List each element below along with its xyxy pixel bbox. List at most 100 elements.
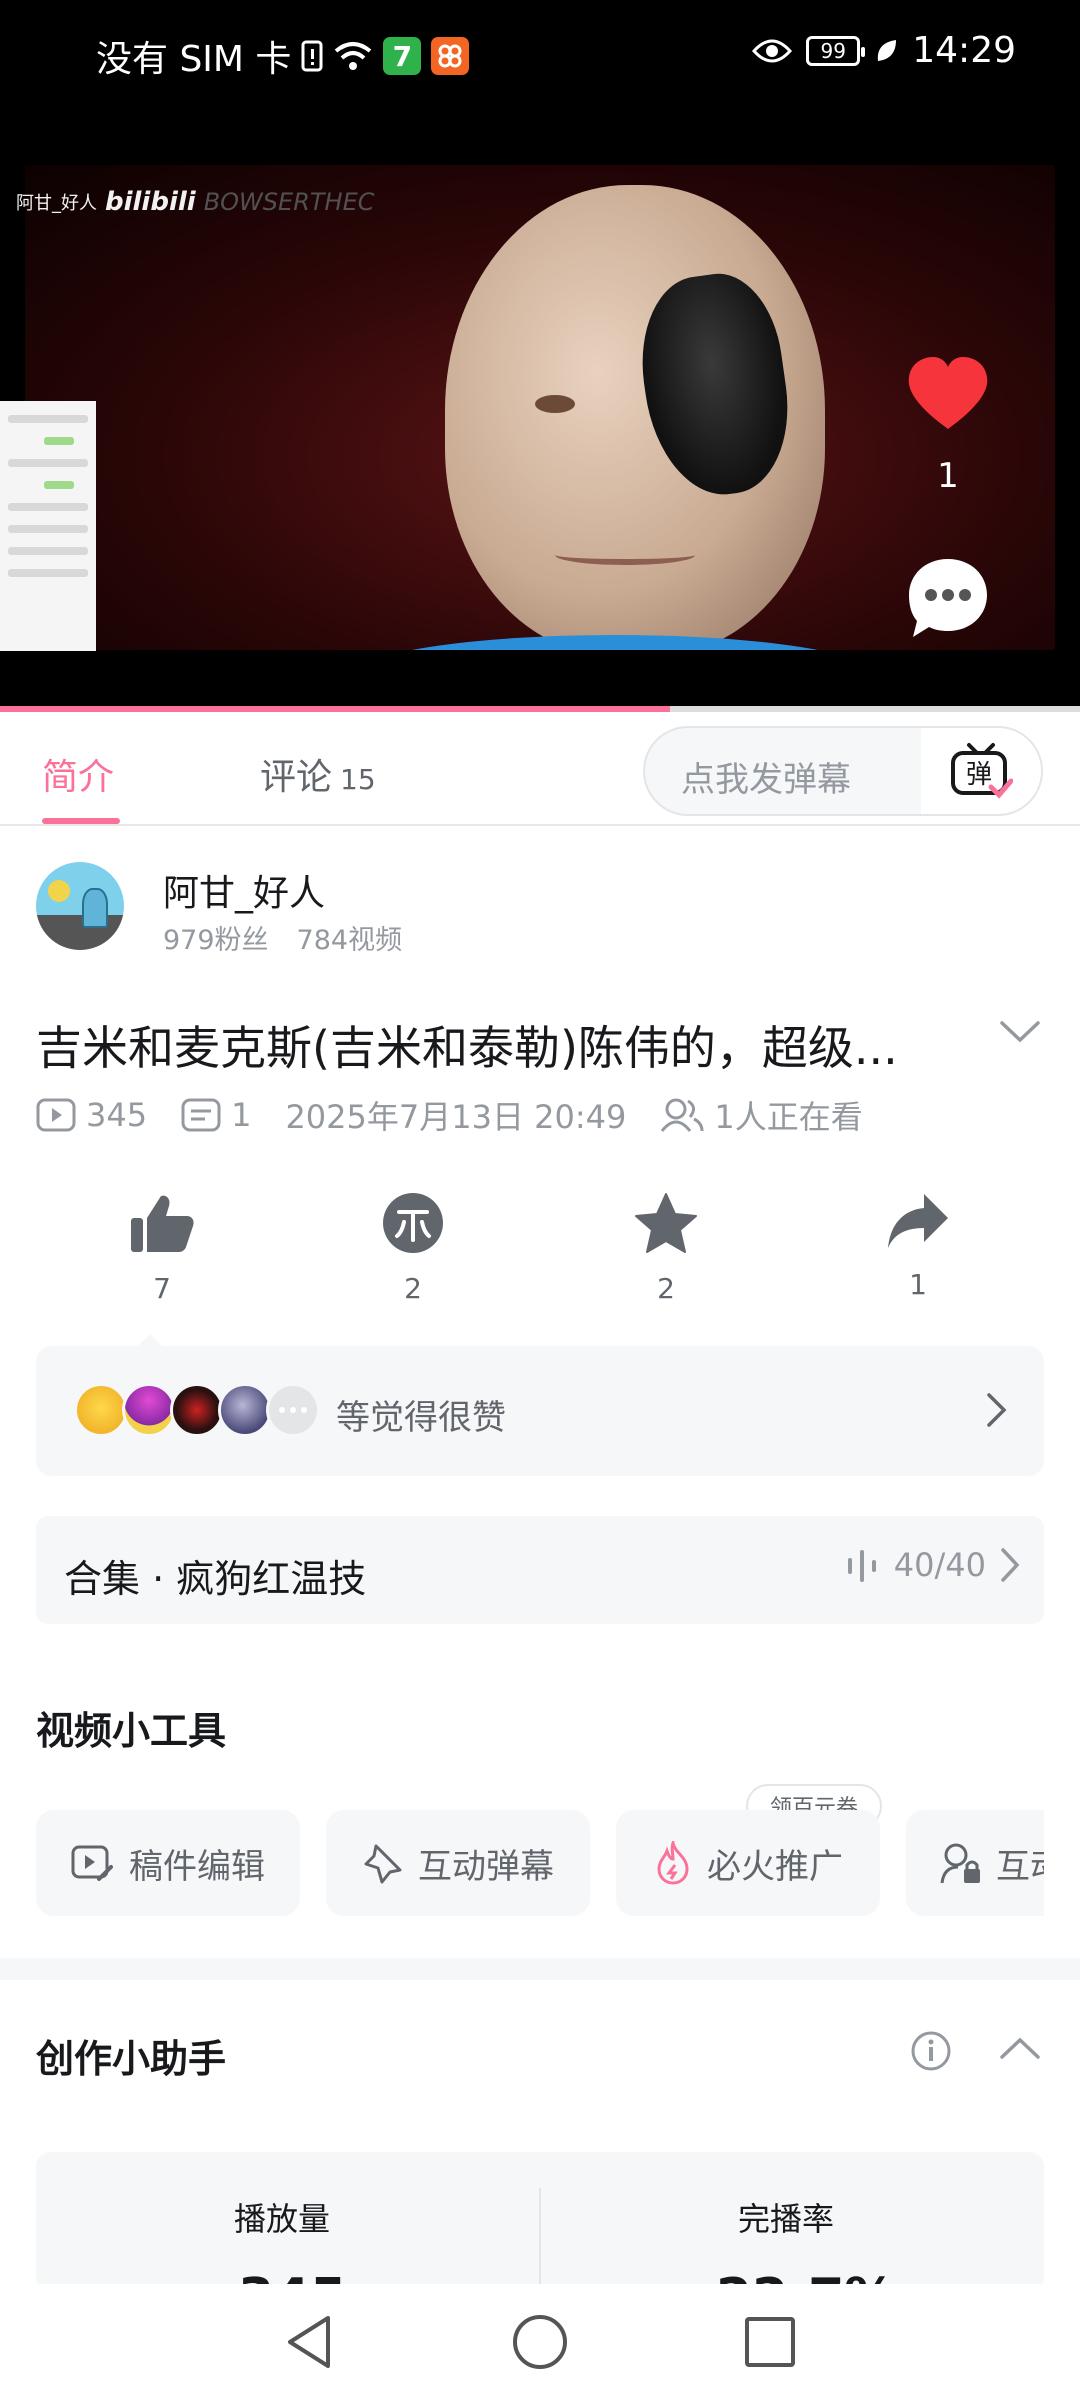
liked-text: 等觉得很赞 <box>336 1398 506 1438</box>
video-player[interactable]: 阿甘_好人 bilibili BOWSERTHEC 1 <box>0 105 1080 710</box>
tab-intro-underline <box>42 818 120 824</box>
play-count-icon <box>36 1098 76 1132</box>
status-bar: 没有 SIM 卡 7 99 14:29 <box>0 0 1080 105</box>
playlist-bars-icon <box>847 1550 876 1582</box>
chat-screenshot-overlay <box>0 401 96 651</box>
chevron-up-icon <box>1000 2037 1040 2059</box>
home-circle-icon <box>513 2315 567 2369</box>
liker-avatar <box>170 1383 224 1437</box>
tab-intro[interactable]: 简介 <box>42 748 114 800</box>
leaf-icon <box>874 32 898 70</box>
nav-back-button[interactable] <box>278 2310 342 2374</box>
like-button[interactable]: 7 <box>102 1192 222 1305</box>
star-icon <box>635 1193 697 1253</box>
chevron-right-icon <box>1001 1548 1020 1582</box>
nav-recents-button[interactable] <box>738 2310 802 2374</box>
author-videos: 784视频 <box>296 925 403 956</box>
tool-interactive-danmaku[interactable]: 互动弹幕 <box>326 1810 590 1916</box>
video-mouth <box>555 545 695 565</box>
liker-avatar <box>218 1383 272 1437</box>
stat-separator <box>539 2188 541 2288</box>
author-name[interactable]: 阿甘_好人 <box>163 864 325 916</box>
stat-label-completion: 完播率 <box>738 2200 835 2238</box>
video-comment-bubble[interactable] <box>905 555 991 641</box>
collection-count: 40/40 <box>893 1546 986 1584</box>
battery-icon: 99 <box>806 35 866 66</box>
play-count: 345 <box>86 1096 148 1134</box>
liked-users-card[interactable]: 等觉得很赞 <box>36 1346 1044 1476</box>
heart-icon <box>908 357 988 429</box>
tool-edit-manuscript[interactable]: 稿件编辑 <box>36 1810 300 1916</box>
danmaku-count-icon <box>181 1098 221 1132</box>
back-triangle-icon <box>288 2316 330 2368</box>
collection-progress: 40/40 <box>846 1546 1020 1584</box>
tab-comments-label: 评论 <box>260 757 333 798</box>
eye-icon <box>752 32 793 70</box>
video-meta: 345 1 2025年7月13日 20:49 1人正在看 <box>36 1092 863 1138</box>
video-like-count: 1 <box>937 456 959 496</box>
liker-avatar <box>122 1383 176 1437</box>
section-divider <box>0 1958 1080 1980</box>
danmaku-placeholder: 点我发弹幕 <box>681 760 851 800</box>
chevron-down-icon <box>1000 1021 1040 1043</box>
share-button[interactable]: 1 <box>858 1192 978 1301</box>
tools-section-title: 视频小工具 <box>36 1709 227 1753</box>
video-eye <box>535 395 575 413</box>
thumbs-up-icon <box>131 1195 194 1252</box>
watermark-brand: bilibili <box>105 187 196 217</box>
assistant-section-title: 创作小助手 <box>36 2037 227 2081</box>
video-like[interactable]: 1 <box>905 355 991 496</box>
watching-now: 1人正在看 <box>714 1098 863 1136</box>
tool-promotion[interactable]: 必火推广 <box>616 1810 880 1916</box>
tool-label: 互动弹幕 <box>418 1846 554 1887</box>
edit-video-icon <box>71 1845 113 1881</box>
assistant-info-button[interactable] <box>910 2030 952 2076</box>
wifi-icon <box>333 37 373 75</box>
collection-card[interactable]: 合集 · 疯狗红温技 40/40 <box>36 1516 1044 1624</box>
author-fans: 979粉丝 <box>163 925 269 956</box>
tool-interactive[interactable]: 互动 <box>906 1810 1044 1916</box>
video-eyepatch <box>630 266 800 504</box>
tools-row: 稿件编辑 互动弹幕 必火推广 互动 <box>36 1810 1044 1920</box>
author-stats: 979粉丝 784视频 <box>163 918 402 957</box>
recents-square-icon <box>745 2317 795 2367</box>
sim-icon <box>301 37 323 75</box>
watermark-ghost: BOWSERTHEC <box>203 188 375 216</box>
more-likers-icon <box>266 1383 320 1437</box>
favorite-count: 2 <box>657 1272 675 1305</box>
video-shirt <box>355 635 875 650</box>
assistant-stats-card: 播放量 345 完播率 22.7% <box>36 2152 1044 2292</box>
tab-comments[interactable]: 评论 15 <box>260 748 376 800</box>
watermark-user: 阿甘_好人 <box>16 193 97 214</box>
favorite-button[interactable]: 2 <box>606 1192 726 1305</box>
danmaku-input[interactable]: 点我发弹幕 弹 <box>643 726 1043 816</box>
danmaku-toggle-button[interactable]: 弹 <box>921 728 1041 814</box>
coin-icon <box>383 1193 443 1253</box>
video-frame <box>25 165 1055 650</box>
danmaku-icon-text: 弹 <box>966 760 992 790</box>
expand-title-button[interactable] <box>1000 1020 1040 1048</box>
share-arrow-icon <box>888 1194 948 1248</box>
collection-name: 合集 · 疯狗红温技 <box>64 1557 367 1601</box>
coin-button[interactable]: 2 <box>353 1192 473 1305</box>
locked-user-icon <box>940 1843 980 1884</box>
interactive-pin-icon <box>364 1844 402 1884</box>
app-notification-icon-2 <box>431 37 470 75</box>
viewers-icon <box>661 1098 704 1132</box>
clock-text: 14:29 <box>912 30 1016 71</box>
stat-label-plays: 播放量 <box>234 2200 331 2238</box>
author-avatar[interactable] <box>36 862 124 950</box>
share-count: 1 <box>909 1268 927 1301</box>
assistant-collapse-button[interactable] <box>1000 2036 1040 2064</box>
nav-home-button[interactable] <box>508 2310 572 2374</box>
fire-icon <box>657 1841 689 1885</box>
tool-label: 必火推广 <box>707 1846 843 1887</box>
danmaku-count: 1 <box>231 1096 252 1134</box>
publish-date: 2025年7月13日 20:49 <box>285 1098 627 1136</box>
coin-count: 2 <box>404 1272 422 1305</box>
tab-bar: 简介 评论 15 点我发弹幕 弹 <box>0 712 1080 826</box>
video-face-image <box>445 185 825 650</box>
system-nav-bar <box>0 2284 1080 2400</box>
tool-label: 互动 <box>996 1846 1044 1887</box>
video-watermark: 阿甘_好人 bilibili BOWSERTHEC <box>16 187 375 217</box>
